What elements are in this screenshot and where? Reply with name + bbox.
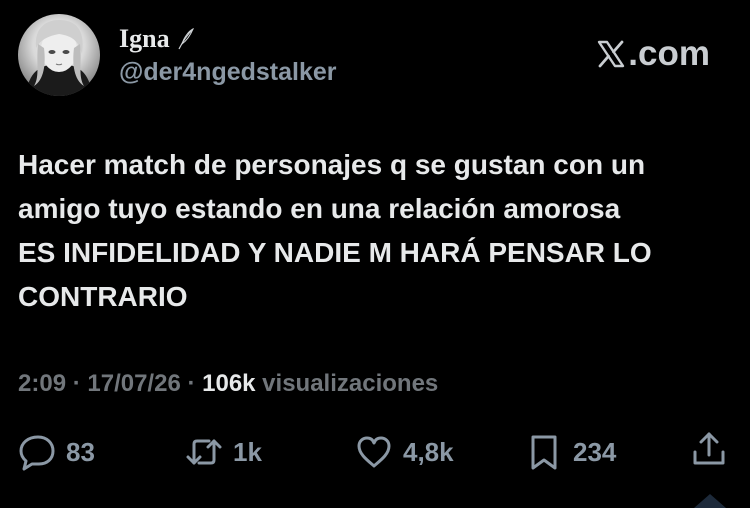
like-count: 4,8k [403,437,454,467]
share-button[interactable] [690,430,728,468]
tweet-actions: 83 1k 4,8k 234 [18,430,732,474]
x-logo-icon [598,40,625,68]
reply-button[interactable]: 83 [18,430,95,474]
views-count[interactable]: 106k [202,370,255,397]
tweet-text: Hacer match de personajes q se gustan co… [18,143,732,319]
bookmark-button[interactable]: 234 [525,430,616,474]
feather-icon [178,27,194,50]
like-button[interactable]: 4,8k [355,430,454,474]
tweet-date[interactable]: 17/07/26 [87,370,180,397]
caret-up-icon [694,494,726,508]
tweet-time[interactable]: 2:09 [18,370,66,397]
heart-icon [357,436,391,468]
tweet-line: Hacer match de personajes q se gustan co… [18,149,646,180]
tweet-line: ES INFIDELIDAD Y NADIE M HARÁ PENSAR LO [18,237,652,268]
reply-count: 83 [66,437,95,467]
author-handle[interactable]: @der4ngedstalker [119,56,337,88]
bookmark-icon [531,435,557,470]
tweet-line: CONTRARIO [18,281,188,312]
meta-separator: · [66,370,88,397]
avatar-image [26,20,92,96]
author-names: Igna @der4ngedstalker [119,24,337,88]
avatar[interactable] [18,14,100,96]
display-name-row[interactable]: Igna [119,24,337,54]
display-name[interactable]: Igna [119,24,170,54]
tweet-meta: 2:09 · 17/07/26 · 106k visualizaciones [18,368,438,400]
meta-separator: · [180,370,203,397]
share-icon [693,432,725,465]
repost-count: 1k [233,437,262,467]
brand-label: .com [628,34,710,73]
brand-watermark: .com [596,34,710,74]
views-label: visualizaciones [255,370,439,397]
tweet-header: Igna @der4ngedstalker .com [18,14,732,100]
repost-icon [186,439,222,465]
bookmark-count: 234 [573,437,617,467]
tweet-line: amigo tuyo estando en una relación amoro… [18,193,621,224]
reply-icon [19,435,55,471]
repost-button[interactable]: 1k [185,430,262,474]
